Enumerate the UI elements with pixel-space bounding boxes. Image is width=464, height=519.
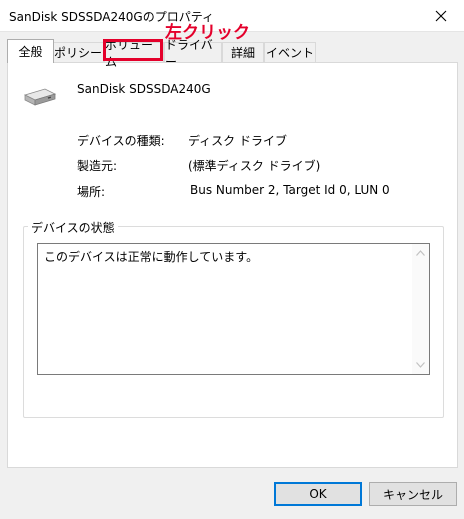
scroll-up-icon[interactable] bbox=[416, 250, 425, 256]
drive-icon bbox=[23, 88, 57, 106]
close-button[interactable] bbox=[418, 0, 464, 31]
tab-details[interactable]: 詳細 bbox=[222, 42, 264, 62]
ok-button[interactable]: OK bbox=[274, 482, 362, 506]
cancel-button-label: キャンセル bbox=[382, 487, 443, 502]
vertical-scrollbar[interactable] bbox=[412, 244, 429, 374]
device-type-label: デバイスの種類: bbox=[77, 134, 165, 148]
annotation-highlight-box bbox=[103, 39, 163, 61]
tab-general[interactable]: 全般 bbox=[7, 39, 54, 63]
tab-label: ポリシー bbox=[53, 46, 102, 60]
scroll-down-icon[interactable] bbox=[416, 362, 425, 368]
tab-policy[interactable]: ポリシー bbox=[52, 42, 104, 62]
device-status-group-label: デバイスの状態 bbox=[28, 219, 118, 236]
cancel-button[interactable]: キャンセル bbox=[369, 482, 457, 506]
device-name: SanDisk SDSSDA240G bbox=[77, 82, 211, 96]
tab-label: イベント bbox=[265, 46, 314, 60]
device-status-text: このデバイスは正常に動作しています。 bbox=[44, 250, 259, 264]
device-status-textbox[interactable]: このデバイスは正常に動作しています。 bbox=[37, 243, 430, 375]
location-value: Bus Number 2, Target Id 0, LUN 0 bbox=[190, 183, 390, 197]
device-type-value: ディスク ドライブ bbox=[188, 134, 287, 148]
ok-button-label: OK bbox=[309, 487, 327, 501]
tab-events[interactable]: イベント bbox=[264, 42, 316, 62]
tab-driver[interactable]: ドライバー bbox=[164, 38, 222, 69]
tab-label: 全般 bbox=[18, 45, 43, 59]
location-label: 場所: bbox=[77, 185, 106, 199]
annotation-label: 左クリック bbox=[165, 23, 250, 43]
tab-label: 詳細 bbox=[230, 46, 255, 60]
close-icon bbox=[435, 10, 447, 21]
manufacturer-label: 製造元: bbox=[77, 159, 118, 173]
manufacturer-value: (標準ディスク ドライブ) bbox=[188, 159, 321, 173]
